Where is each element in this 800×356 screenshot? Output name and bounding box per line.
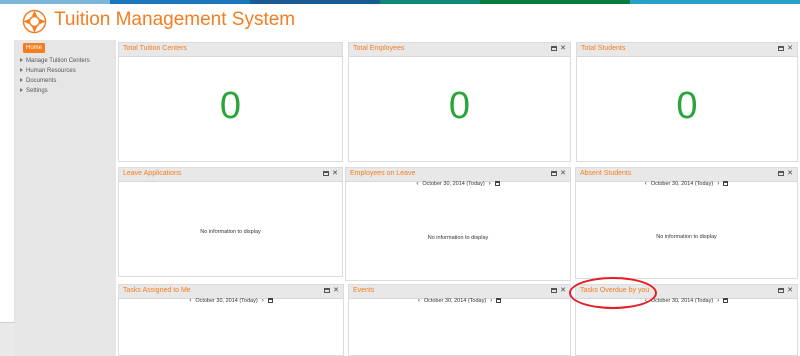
next-day-button[interactable]: › (489, 181, 491, 187)
chevron-right-icon (20, 68, 23, 73)
date-label: October 30, 2014 (Today) (650, 181, 714, 187)
total-tuition-centers-count: 0 (219, 85, 242, 127)
panel-controls: ✕ (778, 45, 793, 52)
minimize-icon[interactable] (778, 288, 785, 293)
panel-header: Total Students ✕ (577, 43, 797, 57)
panel-controls: ✕ (323, 170, 338, 177)
panel-title: Total Tuition Centers (123, 45, 187, 52)
minimize-icon[interactable] (551, 46, 558, 51)
panel-controls: ✕ (551, 170, 566, 177)
empty-message: No information to display (200, 229, 261, 235)
chevron-right-icon (20, 78, 23, 83)
panel-controls: ✕ (551, 287, 566, 294)
app-title: Tuition Management System (54, 9, 296, 30)
date-navigator: ‹ October 30, 2014 (Today) › (576, 181, 797, 187)
close-icon[interactable]: ✕ (787, 170, 793, 177)
minimize-icon[interactable] (551, 288, 558, 293)
calendar-icon[interactable] (496, 298, 502, 304)
panel-total-employees: Total Employees ✕ 0 (348, 42, 571, 162)
date-label: October 30, 2014 (Today) (650, 298, 714, 304)
empty-message: No information to display (656, 234, 717, 240)
calendar-icon[interactable] (723, 181, 729, 187)
next-day-button[interactable]: › (717, 181, 719, 187)
panel-title: Employees on Leave (350, 170, 416, 177)
panel-title: Total Employees (353, 45, 405, 52)
panel-header: Total Tuition Centers (119, 43, 342, 57)
sidebar-item-settings[interactable]: Settings (20, 86, 48, 96)
close-icon[interactable]: ✕ (787, 45, 793, 52)
close-icon[interactable]: ✕ (787, 287, 793, 294)
minimize-icon[interactable] (778, 171, 785, 176)
panel-title: Tasks Assigned to Me (123, 287, 191, 294)
sidebar-item-label: Manage Tuition Centers (26, 58, 90, 64)
panel-total-students: Total Students ✕ 0 (576, 42, 798, 162)
sidebar-item-label: Documents (26, 78, 57, 84)
panel-total-tuition-centers: Total Tuition Centers 0 (118, 42, 343, 162)
panel-header: Tasks Assigned to Me ✕ (119, 285, 343, 299)
minimize-icon[interactable] (778, 46, 785, 51)
chevron-right-icon (20, 58, 23, 63)
logo-icon (22, 9, 47, 34)
date-label: October 30, 2014 (Today) (422, 181, 485, 187)
app-header: Tuition Management System (0, 4, 800, 36)
next-day-button[interactable]: › (717, 298, 719, 304)
sidebar-item-manage-tuition-centers[interactable]: Manage Tuition Centers (20, 56, 90, 66)
date-navigator: ‹ October 30, 2014 (Today) › (349, 298, 570, 304)
date-label: October 30, 2014 (Today) (423, 298, 487, 304)
panel-controls: ✕ (778, 287, 793, 294)
panel-title: Events (353, 287, 375, 294)
empty-message: No information to display (427, 235, 489, 241)
panel-absent-students: Absent Students ✕ ‹ October 30, 2014 (Tod… (575, 167, 798, 279)
previous-day-button[interactable]: ‹ (418, 298, 420, 304)
sidebar: Home Manage Tuition Centers Human Resour… (15, 40, 116, 356)
panel-header: Leave Applications ✕ (119, 168, 342, 182)
panel-title: Absent Students (580, 170, 632, 177)
panel-events: Events ✕ ‹ October 30, 2014 (Today) › (348, 284, 571, 356)
sidebar-item-human-resources[interactable]: Human Resources (20, 66, 76, 76)
previous-day-button[interactable]: ‹ (416, 181, 418, 187)
side-strip (0, 40, 15, 322)
previous-day-button[interactable]: ‹ (189, 298, 191, 304)
sidebar-item-label: Settings (26, 88, 48, 94)
date-navigator: ‹ October 30, 2014 (Today) › (119, 298, 343, 304)
calendar-icon[interactable] (494, 181, 500, 187)
panel-controls: ✕ (324, 287, 339, 294)
panel-employees-on-leave: Employees on Leave ✕ ‹ October 30, 2014 (… (345, 167, 571, 281)
panel-header: Absent Students ✕ (576, 168, 797, 182)
minimize-icon[interactable] (551, 171, 558, 176)
close-icon[interactable]: ✕ (560, 287, 566, 294)
panel-header: Employees on Leave ✕ (346, 168, 570, 182)
next-day-button[interactable]: › (490, 298, 492, 304)
sidebar-item-documents[interactable]: Documents (20, 76, 56, 86)
panel-header: Total Employees ✕ (349, 43, 570, 57)
chevron-right-icon (20, 88, 23, 93)
total-employees-count: 0 (448, 85, 471, 127)
calendar-icon[interactable] (723, 298, 729, 304)
close-icon[interactable]: ✕ (560, 170, 566, 177)
panel-leave-applications: Leave Applications ✕ No information to d… (118, 167, 343, 277)
panel-title: Leave Applications (123, 170, 182, 177)
date-label: October 30, 2014 (Today) (195, 298, 258, 304)
panel-header: Events ✕ (349, 285, 570, 299)
total-students-count: 0 (676, 85, 698, 127)
panel-tasks-assigned-to-me: Tasks Assigned to Me ✕ ‹ October 30, 2014… (118, 284, 344, 356)
next-day-button[interactable]: › (262, 298, 264, 304)
panel-controls: ✕ (778, 170, 793, 177)
panel-controls: ✕ (551, 45, 566, 52)
side-strip-footer (0, 322, 15, 356)
minimize-icon[interactable] (323, 171, 330, 176)
calendar-icon[interactable] (267, 298, 273, 304)
close-icon[interactable]: ✕ (332, 170, 338, 177)
close-icon[interactable]: ✕ (560, 45, 566, 52)
minimize-icon[interactable] (324, 288, 331, 293)
close-icon[interactable]: ✕ (333, 287, 339, 294)
date-navigator: ‹ October 30, 2014 (Today) › (346, 181, 570, 187)
panel-title: Total Students (581, 45, 626, 52)
home-button[interactable]: Home (23, 43, 46, 53)
highlight-annotation-ellipse (569, 277, 657, 309)
sidebar-item-label: Human Resources (26, 68, 76, 74)
previous-day-button[interactable]: ‹ (645, 181, 647, 187)
